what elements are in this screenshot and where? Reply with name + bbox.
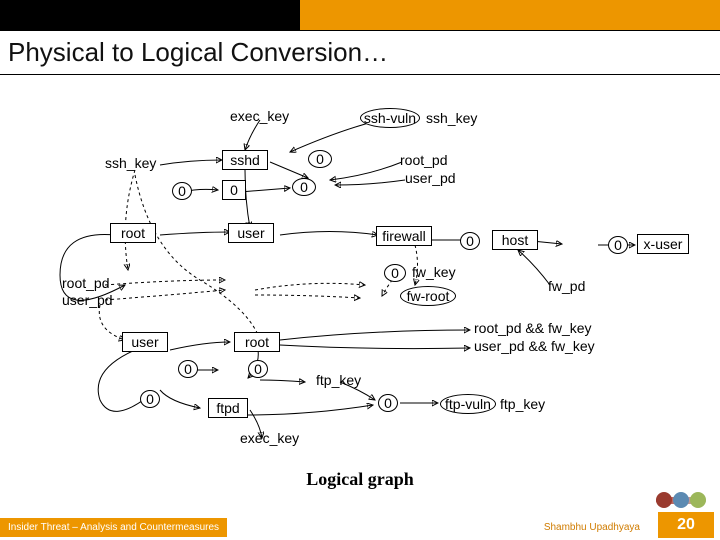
label-exec-key-top: exec_key	[230, 108, 289, 124]
label-root-pd-left: root_pd	[62, 275, 109, 291]
label-exec-key-bottom: exec_key	[240, 430, 299, 446]
title-bar: Physical to Logical Conversion…	[0, 30, 720, 75]
node-fw-root: fw-root	[400, 286, 456, 306]
logical-graph-diagram: exec_key ssh-vuln ssh_key ssh_key sshd 0…	[0, 80, 720, 480]
node-sshd: sshd	[222, 150, 268, 170]
zero-11: 0	[378, 394, 398, 412]
header-orange	[300, 0, 720, 30]
zero-5: 0	[460, 232, 480, 250]
header-strip	[0, 0, 720, 30]
zero-3: 0	[222, 180, 246, 200]
zero-7: 0	[384, 264, 406, 282]
label-user-pd-right: user_pd	[405, 170, 456, 186]
header-black	[0, 0, 300, 30]
zero-8: 0	[178, 360, 198, 378]
zero-1: 0	[308, 150, 332, 168]
node-x-user: x-user	[637, 234, 689, 254]
zero-10: 0	[248, 360, 268, 378]
label-ssh-key-right: ssh_key	[426, 110, 477, 126]
page-title: Physical to Logical Conversion…	[8, 37, 712, 68]
node-host: host	[492, 230, 538, 250]
node-root-bottom: root	[234, 332, 280, 352]
label-ssh-key-left: ssh_key	[105, 155, 156, 171]
figure-caption: Logical graph	[0, 469, 720, 490]
node-root-left: root	[110, 223, 156, 243]
page-number: 20	[658, 512, 714, 538]
zero-2: 0	[172, 182, 192, 200]
footer-title: Insider Threat – Analysis and Countermea…	[0, 518, 227, 537]
node-ssh-vuln: ssh-vuln	[360, 108, 420, 128]
node-ftpd: ftpd	[208, 398, 248, 418]
zero-4: 0	[292, 178, 316, 196]
node-user-bottom: user	[122, 332, 168, 352]
label-root-pd-right: root_pd	[400, 152, 447, 168]
label-fw-pd: fw_pd	[548, 278, 585, 294]
footer-logo	[656, 488, 706, 512]
node-firewall: firewall	[376, 226, 432, 246]
label-ftp-key-right: ftp_key	[500, 396, 545, 412]
label-user-pd-fw-key: user_pd && fw_key	[474, 338, 595, 354]
node-ftp-vuln: ftp-vuln	[440, 394, 496, 414]
label-ftp-key: ftp_key	[316, 372, 361, 388]
footer: Insider Threat – Analysis and Countermea…	[0, 514, 720, 540]
zero-6: 0	[608, 236, 628, 254]
label-fw-key: fw_key	[412, 264, 456, 280]
label-root-pd-fw-key: root_pd && fw_key	[474, 320, 592, 336]
label-user-pd-left: user_pd	[62, 292, 113, 308]
zero-9: 0	[140, 390, 160, 408]
node-user-mid: user	[228, 223, 274, 243]
